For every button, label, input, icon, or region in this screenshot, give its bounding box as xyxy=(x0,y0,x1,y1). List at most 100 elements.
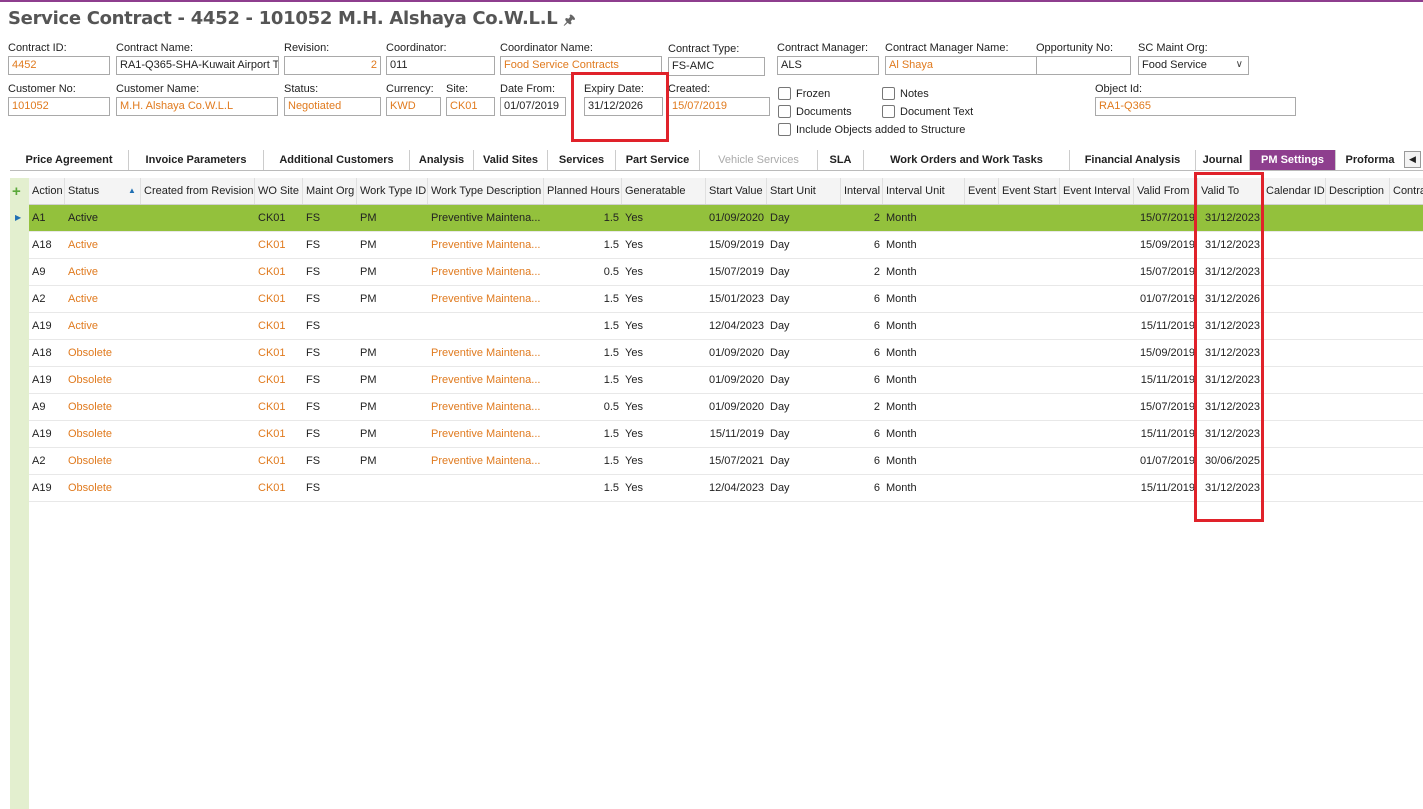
cell-interval-unit[interactable]: Month xyxy=(883,313,965,339)
cell-status[interactable]: Active xyxy=(65,259,141,285)
cell-planned-hours[interactable]: 1.5 xyxy=(544,421,622,447)
include-objects-checkbox[interactable]: Include Objects added to Structure xyxy=(778,123,965,136)
col-header-event[interactable]: Event xyxy=(965,178,999,204)
cell-generatable[interactable]: Yes xyxy=(622,232,706,258)
cell-planned-hours[interactable]: 1.5 xyxy=(544,448,622,474)
cell-work-type-description[interactable]: Preventive Maintena... xyxy=(428,421,544,447)
opportunity-no-input[interactable] xyxy=(1036,56,1131,75)
cell-start-value[interactable]: 01/09/2020 xyxy=(706,340,767,366)
tab-services[interactable]: Services xyxy=(548,150,616,170)
cell-maint-org[interactable]: FS xyxy=(303,286,357,312)
cell-start-unit[interactable]: Day xyxy=(767,394,841,420)
cell-work-type-description[interactable]: Preventive Maintena... xyxy=(428,367,544,393)
cell-valid-from[interactable]: 01/07/2019 xyxy=(1134,286,1198,312)
sort-ascending-icon[interactable]: ▲ xyxy=(128,186,136,195)
expiry-date-input[interactable]: 31/12/2026 xyxy=(584,97,663,116)
col-header-description[interactable]: Description xyxy=(1326,178,1390,204)
cell-planned-hours[interactable]: 0.5 xyxy=(544,259,622,285)
cell-interval-unit[interactable]: Month xyxy=(883,340,965,366)
tab-invoice-parameters[interactable]: Invoice Parameters xyxy=(129,150,264,170)
cell-start-unit[interactable]: Day xyxy=(767,448,841,474)
cell-valid-to[interactable]: 31/12/2026 xyxy=(1198,286,1263,312)
cell-valid-from[interactable]: 15/11/2019 xyxy=(1134,475,1198,501)
cell-status[interactable]: Active xyxy=(65,205,141,231)
cell-valid-from[interactable]: 15/07/2019 xyxy=(1134,394,1198,420)
table-row[interactable]: A9 Active CK01 FS PM Preventive Maintena... 0.… xyxy=(29,259,1423,286)
col-header-generatable[interactable]: Generatable xyxy=(622,178,706,204)
contract-type-input[interactable]: FS-AMC xyxy=(668,57,765,76)
cell-work-type-id[interactable]: PM xyxy=(357,448,428,474)
cell-interval[interactable]: 6 xyxy=(841,313,883,339)
contract-id-input[interactable]: 4452 xyxy=(8,56,110,75)
customer-name-input[interactable]: M.H. Alshaya Co.W.L.L xyxy=(116,97,278,116)
cell-status[interactable]: Active xyxy=(65,232,141,258)
cell-generatable[interactable]: Yes xyxy=(622,259,706,285)
add-row-icon[interactable]: + xyxy=(12,183,21,200)
table-row[interactable]: A2 Active CK01 FS PM Preventive Maintena... 1.… xyxy=(29,286,1423,313)
tab-scroll-left-icon[interactable]: ◀ xyxy=(1404,151,1421,168)
coordinator-input[interactable]: 011 xyxy=(386,56,495,75)
frozen-checkbox[interactable]: Frozen xyxy=(778,87,830,100)
cell-action[interactable]: A19 xyxy=(29,313,65,339)
cell-action[interactable]: A9 xyxy=(29,259,65,285)
table-row[interactable]: A19 Obsolete CK01 FS PM Preventive Maintena..… xyxy=(29,367,1423,394)
cell-work-type-description[interactable]: Preventive Maintena... xyxy=(428,340,544,366)
cell-planned-hours[interactable]: 1.5 xyxy=(544,475,622,501)
col-header-work-type-id[interactable]: Work Type ID xyxy=(357,178,428,204)
cell-action[interactable]: A1 xyxy=(29,205,65,231)
documents-checkbox[interactable]: Documents xyxy=(778,105,852,118)
cell-maint-org[interactable]: FS xyxy=(303,448,357,474)
col-header-start-value[interactable]: Start Value xyxy=(706,178,767,204)
cell-valid-from[interactable]: 15/07/2019 xyxy=(1134,259,1198,285)
document-text-checkbox-box[interactable] xyxy=(882,105,895,118)
cell-generatable[interactable]: Yes xyxy=(622,286,706,312)
pin-icon[interactable]: 🖈 xyxy=(563,13,575,28)
cell-start-value[interactable]: 15/09/2019 xyxy=(706,232,767,258)
cell-generatable[interactable]: Yes xyxy=(622,313,706,339)
cell-action[interactable]: A2 xyxy=(29,286,65,312)
cell-interval-unit[interactable]: Month xyxy=(883,475,965,501)
cell-maint-org[interactable]: FS xyxy=(303,232,357,258)
cell-valid-to[interactable]: 31/12/2023 xyxy=(1198,313,1263,339)
cell-valid-to[interactable]: 31/12/2023 xyxy=(1198,232,1263,258)
col-header-planned-hours[interactable]: Planned Hours xyxy=(544,178,622,204)
cell-maint-org[interactable]: FS xyxy=(303,340,357,366)
tab-work-orders-and-work-tasks[interactable]: Work Orders and Work Tasks xyxy=(864,150,1070,170)
cell-planned-hours[interactable]: 1.5 xyxy=(544,313,622,339)
cell-generatable[interactable]: Yes xyxy=(622,448,706,474)
cell-status[interactable]: Obsolete xyxy=(65,475,141,501)
cell-work-type-id[interactable]: PM xyxy=(357,232,428,258)
table-row[interactable]: A9 Obsolete CK01 FS PM Preventive Maintena...… xyxy=(29,394,1423,421)
cell-start-value[interactable]: 12/04/2023 xyxy=(706,475,767,501)
col-header-calendar-id[interactable]: Calendar ID xyxy=(1263,178,1326,204)
contract-manager-name-input[interactable]: Al Shaya xyxy=(885,56,1037,75)
tab-analysis[interactable]: Analysis xyxy=(410,150,474,170)
cell-work-type-id[interactable] xyxy=(357,313,428,339)
contract-manager-input[interactable]: ALS xyxy=(777,56,879,75)
col-header-interval[interactable]: Interval xyxy=(841,178,883,204)
cell-valid-from[interactable]: 15/07/2019 xyxy=(1134,205,1198,231)
cell-interval[interactable]: 6 xyxy=(841,475,883,501)
object-id-input[interactable]: RA1-Q365 xyxy=(1095,97,1296,116)
cell-action[interactable]: A2 xyxy=(29,448,65,474)
col-header-wo-site[interactable]: WO Site xyxy=(255,178,303,204)
cell-start-value[interactable]: 01/09/2020 xyxy=(706,394,767,420)
cell-work-type-description[interactable]: Preventive Maintena... xyxy=(428,205,544,231)
cell-valid-from[interactable]: 01/07/2019 xyxy=(1134,448,1198,474)
cell-start-unit[interactable]: Day xyxy=(767,475,841,501)
cell-start-unit[interactable]: Day xyxy=(767,259,841,285)
include-objects-checkbox-box[interactable] xyxy=(778,123,791,136)
cell-start-unit[interactable]: Day xyxy=(767,340,841,366)
cell-wo-site[interactable]: CK01 xyxy=(255,340,303,366)
table-row[interactable]: A1 Active CK01 FS PM Preventive Maintena... 1.… xyxy=(29,205,1423,232)
cell-start-value[interactable]: 15/07/2021 xyxy=(706,448,767,474)
cell-work-type-description[interactable] xyxy=(428,313,544,339)
frozen-checkbox-box[interactable] xyxy=(778,87,791,100)
cell-start-value[interactable]: 15/11/2019 xyxy=(706,421,767,447)
cell-work-type-id[interactable]: PM xyxy=(357,394,428,420)
cell-work-type-id[interactable]: PM xyxy=(357,367,428,393)
cell-status[interactable]: Obsolete xyxy=(65,394,141,420)
col-header-valid-to[interactable]: Valid To xyxy=(1198,178,1263,204)
cell-wo-site[interactable]: CK01 xyxy=(255,421,303,447)
tab-financial-analysis[interactable]: Financial Analysis xyxy=(1070,150,1196,170)
